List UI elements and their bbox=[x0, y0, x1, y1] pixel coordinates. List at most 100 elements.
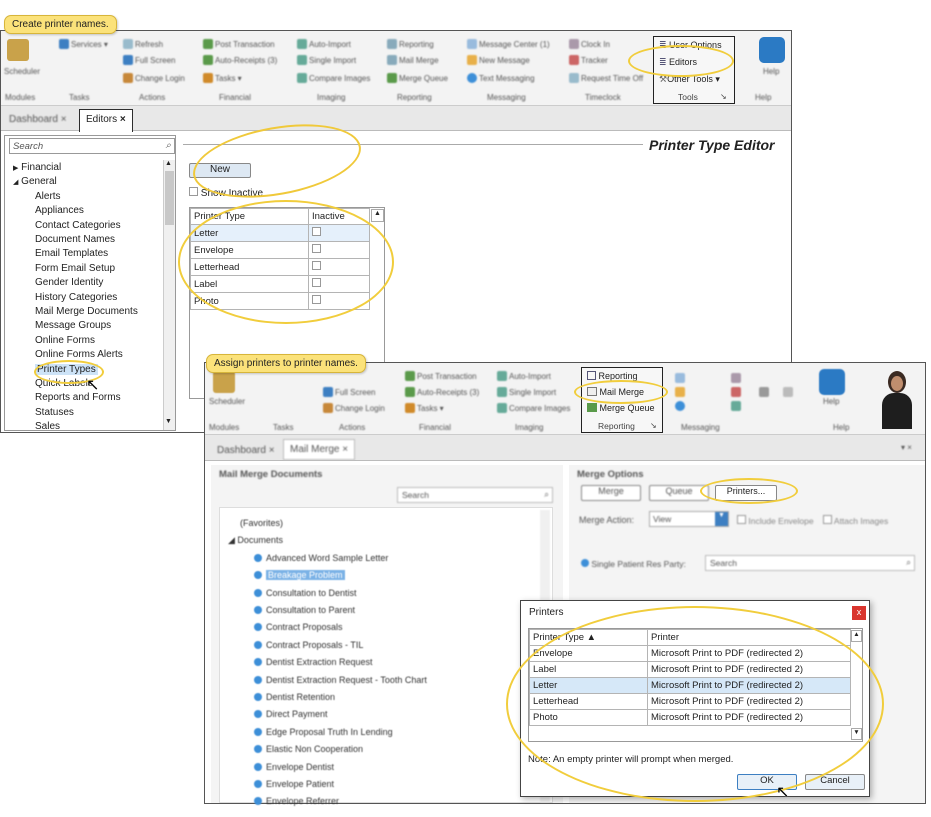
user-options-button[interactable]: ≣ User Options bbox=[659, 40, 722, 51]
column-header[interactable]: Printer Type bbox=[190, 208, 309, 225]
column-header[interactable]: Printer bbox=[647, 629, 851, 646]
refresh-button[interactable]: Refresh bbox=[123, 39, 163, 49]
single-patient-radio[interactable]: Single Patient Res Party: bbox=[581, 559, 686, 569]
table-row[interactable]: Photo bbox=[190, 292, 370, 310]
inactive-cell[interactable] bbox=[308, 292, 370, 310]
show-inactive-checkbox[interactable]: Show Inactive bbox=[189, 187, 263, 199]
inactive-cell[interactable] bbox=[308, 241, 370, 259]
single-import-button[interactable]: Single Import bbox=[297, 55, 356, 65]
printer-type-cell[interactable]: Letterhead bbox=[190, 258, 309, 276]
tree-item[interactable]: Statuses bbox=[35, 407, 74, 418]
change-login-button[interactable]: Change Login bbox=[323, 403, 385, 413]
tasks-button[interactable]: Tasks ▾ bbox=[203, 73, 242, 83]
tree-node[interactable]: ◢ General bbox=[13, 176, 57, 187]
document-item[interactable]: Dentist Extraction Request bbox=[254, 657, 373, 667]
inactive-cell[interactable] bbox=[308, 258, 370, 276]
merge-queue-button[interactable]: Merge Queue bbox=[387, 73, 448, 83]
printer-type-cell[interactable]: Envelope bbox=[190, 241, 309, 259]
compare-images-button[interactable]: Compare Images bbox=[297, 73, 370, 83]
search-icon[interactable]: ⌕ bbox=[544, 489, 549, 500]
documents-search-input[interactable]: Search ⌕ bbox=[397, 487, 553, 503]
tree-item[interactable]: Printer Types bbox=[35, 363, 98, 375]
printer-type-cell[interactable]: Photo bbox=[529, 709, 648, 726]
tree-item[interactable]: Quick Labels bbox=[35, 378, 93, 389]
auto-import-button[interactable]: Auto-Import bbox=[297, 39, 351, 49]
document-item[interactable]: Breakage Problem bbox=[254, 570, 345, 581]
merge-button[interactable]: Merge bbox=[581, 485, 641, 501]
collapse-icon[interactable]: ◢ bbox=[13, 179, 18, 186]
attach-images-checkbox[interactable]: Attach Images bbox=[823, 515, 888, 526]
tree-item[interactable]: Document Names bbox=[35, 234, 115, 245]
tree-item[interactable]: Form Email Setup bbox=[35, 263, 115, 274]
printer-cell[interactable]: Microsoft Print to PDF (redirected 2) bbox=[647, 709, 851, 726]
table-row[interactable]: Letterhead Microsoft Print to PDF (redire… bbox=[529, 693, 851, 710]
table-row[interactable]: Label bbox=[190, 275, 370, 293]
single-import-button[interactable]: Single Import bbox=[497, 387, 556, 397]
printer-type-cell[interactable]: Label bbox=[190, 275, 309, 293]
printer-cell[interactable]: Microsoft Print to PDF (redirected 2) bbox=[647, 645, 851, 662]
new-message-button[interactable]: New Message bbox=[467, 55, 530, 65]
merge-action-select[interactable]: View ▼ bbox=[649, 511, 729, 527]
clock-in-button[interactable]: Clock In bbox=[569, 39, 610, 49]
tab-mail-merge[interactable]: Mail Merge × bbox=[283, 439, 356, 460]
printer-type-cell[interactable]: Letter bbox=[190, 224, 309, 242]
printer-type-cell[interactable]: Letter bbox=[529, 677, 648, 694]
chevron-down-icon[interactable]: ▼ bbox=[715, 512, 728, 526]
expand-icon[interactable]: ▶ bbox=[13, 165, 18, 172]
scheduler-icon[interactable] bbox=[7, 39, 29, 61]
document-item[interactable]: Consultation to Parent bbox=[254, 605, 355, 615]
document-item[interactable]: Envelope Dentist bbox=[254, 762, 334, 772]
compare-images-button[interactable]: Compare Images bbox=[497, 403, 570, 413]
document-item[interactable]: Dentist Retention bbox=[254, 692, 335, 702]
tree-item[interactable]: Email Templates bbox=[35, 248, 108, 259]
mail-merge-button[interactable]: Mail Merge bbox=[587, 387, 644, 397]
tree-item[interactable]: Message Groups bbox=[35, 320, 111, 331]
single-patient-search[interactable]: Search ⌕ bbox=[705, 555, 915, 571]
search-input[interactable]: Search ⌕ bbox=[9, 138, 175, 154]
table-row[interactable]: Letter Microsoft Print to PDF (redirected… bbox=[529, 677, 851, 694]
scheduler-button[interactable]: Scheduler bbox=[209, 397, 245, 406]
inactive-checkbox[interactable] bbox=[312, 227, 321, 236]
printer-cell[interactable]: Microsoft Print to PDF (redirected 2) bbox=[647, 677, 851, 694]
scheduler-icon[interactable] bbox=[213, 371, 235, 393]
pin-icon[interactable]: ▾ × bbox=[901, 443, 912, 452]
new-button[interactable]: New bbox=[189, 163, 251, 178]
column-header[interactable]: Printer Type ▲ bbox=[529, 629, 648, 646]
column-header[interactable]: Inactive bbox=[308, 208, 370, 225]
tab-editors[interactable]: Editors × bbox=[79, 109, 133, 132]
document-item[interactable]: Envelope Referrer bbox=[254, 796, 339, 806]
auto-receipts-button[interactable]: Auto-Receipts (3) bbox=[405, 387, 479, 397]
tree-item[interactable]: Appliances bbox=[35, 205, 84, 216]
message-center-button[interactable]: Message Center (1) bbox=[467, 39, 550, 49]
tree-item[interactable]: Gender Identity bbox=[35, 277, 103, 288]
printer-type-cell[interactable]: Label bbox=[529, 661, 648, 678]
merge-queue-button[interactable]: Merge Queue bbox=[587, 403, 655, 413]
tree-item[interactable]: Online Forms Alerts bbox=[35, 349, 123, 360]
document-item[interactable]: Dentist Extraction Request - Tooth Chart bbox=[254, 675, 427, 685]
tree-item[interactable]: Online Forms bbox=[35, 335, 95, 346]
tree-node[interactable]: ◢ Documents bbox=[228, 535, 283, 546]
services-button[interactable]: Services ▾ bbox=[59, 39, 108, 49]
document-item[interactable]: Contract Proposals - TIL bbox=[254, 640, 363, 650]
tree-node[interactable]: (Favorites) bbox=[240, 518, 283, 528]
close-button[interactable]: x bbox=[852, 606, 866, 620]
checkbox-box[interactable] bbox=[189, 187, 198, 196]
scroll-up-icon[interactable]: ▲ bbox=[371, 209, 384, 222]
printers-button[interactable]: Printers... bbox=[715, 485, 777, 501]
table-row[interactable]: Letterhead bbox=[190, 258, 370, 276]
inactive-checkbox[interactable] bbox=[312, 261, 321, 270]
inactive-checkbox[interactable] bbox=[312, 295, 321, 304]
mail-merge-button[interactable]: Mail Merge bbox=[387, 55, 439, 65]
scroll-down-icon[interactable]: ▼ bbox=[851, 728, 862, 740]
reporting-button[interactable]: Reporting bbox=[587, 371, 638, 381]
table-row[interactable]: Label Microsoft Print to PDF (redirected … bbox=[529, 661, 851, 678]
scrollbar[interactable]: ▲ ▼ bbox=[163, 160, 175, 430]
printer-cell[interactable]: Microsoft Print to PDF (redirected 2) bbox=[647, 693, 851, 710]
table-row[interactable]: Letter bbox=[190, 224, 370, 242]
editors-button[interactable]: ≣ Editors bbox=[659, 57, 697, 68]
auto-receipts-button[interactable]: Auto-Receipts (3) bbox=[203, 55, 277, 65]
tree-item[interactable]: History Categories bbox=[35, 292, 117, 303]
tree-item[interactable]: Reports and Forms bbox=[35, 392, 121, 403]
printer-type-cell[interactable]: Envelope bbox=[529, 645, 648, 662]
scroll-down-icon[interactable]: ▼ bbox=[165, 418, 172, 425]
